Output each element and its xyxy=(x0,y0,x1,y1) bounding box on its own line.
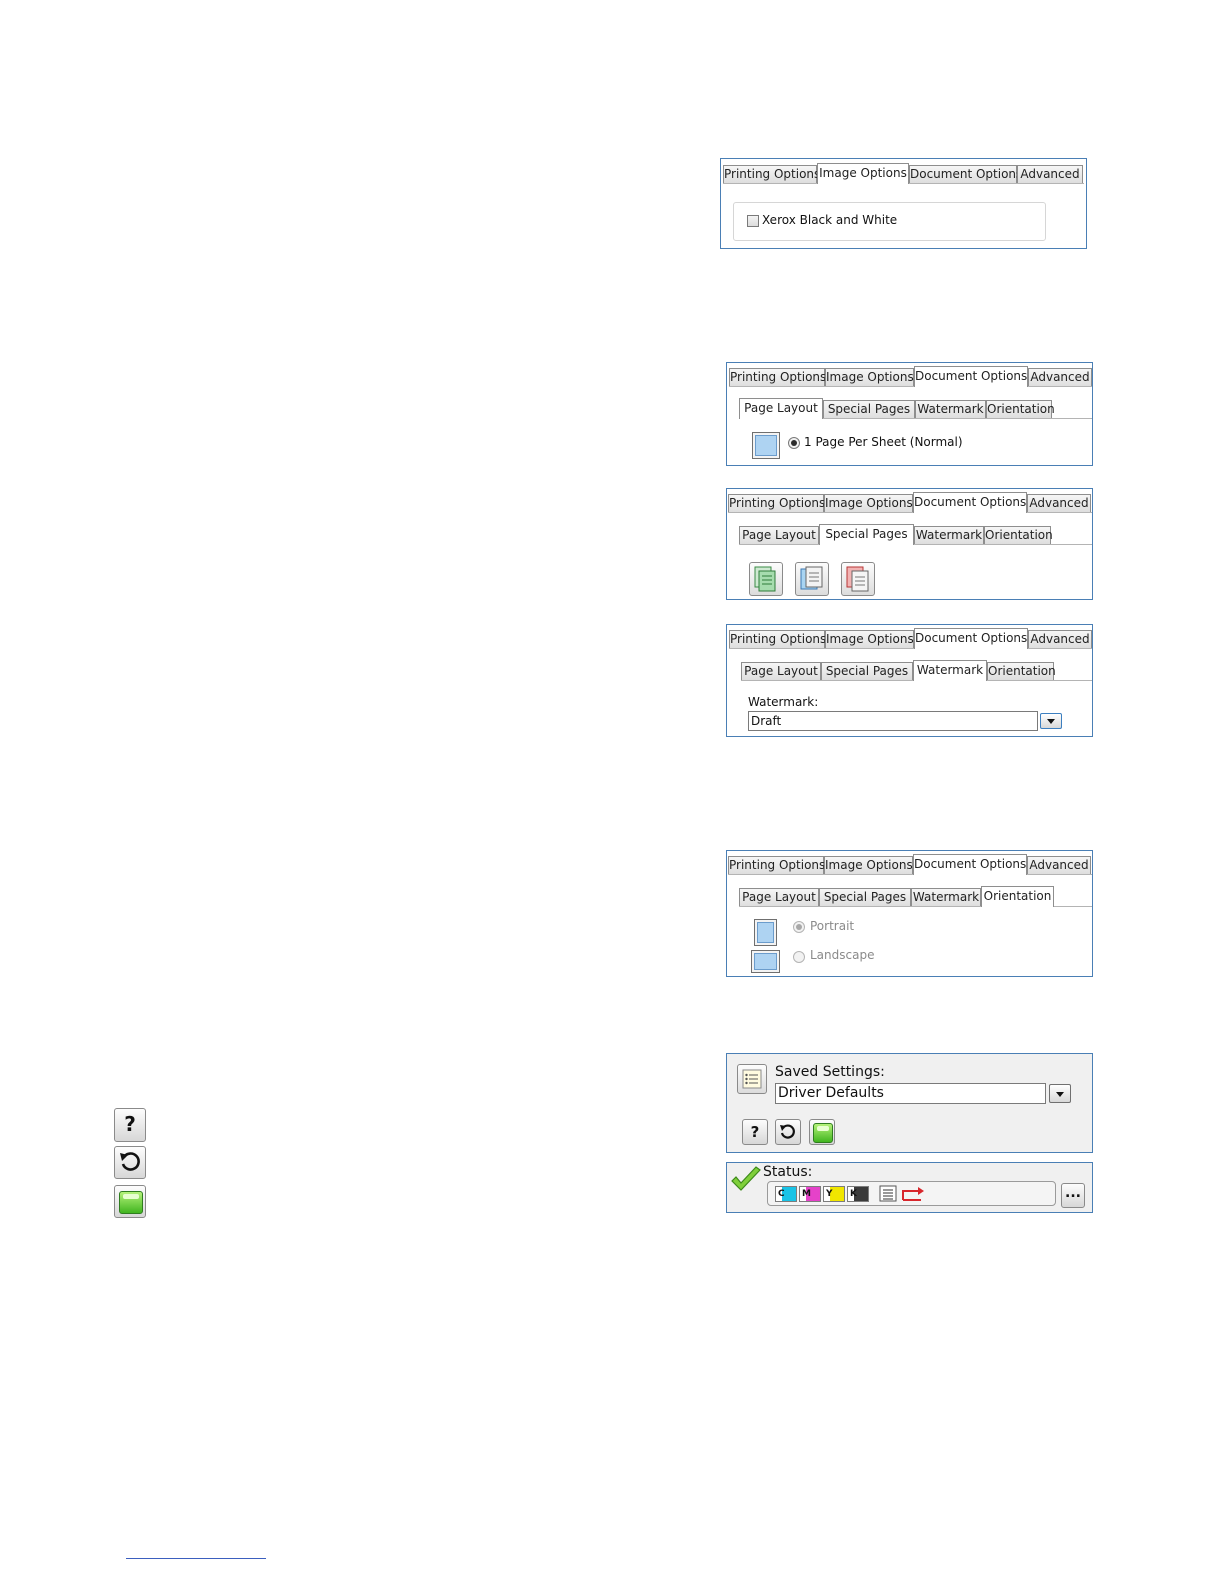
inserts-icon[interactable] xyxy=(795,562,829,596)
tab-printing-options[interactable]: Printing Options xyxy=(728,856,825,874)
eco-icon[interactable] xyxy=(809,1119,835,1145)
tab-advanced[interactable]: Advanced xyxy=(1028,368,1092,386)
covers-icon[interactable] xyxy=(749,562,783,596)
main-tab-row: Printing Options Image Options Document … xyxy=(729,628,1092,649)
tab-image-options[interactable]: Image Options xyxy=(824,494,913,512)
page-layout-panel: Printing Options Image Options Document … xyxy=(726,362,1093,466)
tab-document-options[interactable]: Document Options xyxy=(913,854,1027,875)
xerox-black-and-white-checkbox[interactable] xyxy=(747,215,759,227)
black-ink-icon: K xyxy=(847,1186,869,1202)
tab-orientation[interactable]: Orientation xyxy=(987,662,1056,680)
tab-printing-options[interactable]: Printing Options xyxy=(728,494,825,512)
landscape-radio[interactable] xyxy=(793,951,805,963)
tab-special-pages[interactable]: Special Pages xyxy=(819,524,914,545)
tab-advanced[interactable]: Advanced xyxy=(1028,630,1092,648)
output-arrow-icon xyxy=(902,1187,924,1201)
tab-printing-options[interactable]: Printing Options xyxy=(723,165,820,183)
main-tab-row: Printing Options Image Options Document … xyxy=(729,366,1092,387)
saved-settings-combo-field[interactable]: Driver Defaults xyxy=(775,1083,1046,1104)
tab-page-layout[interactable]: Page Layout xyxy=(739,398,823,419)
tab-image-options[interactable]: Image Options xyxy=(825,368,914,386)
tab-orientation[interactable]: Orientation xyxy=(981,886,1054,907)
status-panel: Status: C M Y K ... xyxy=(726,1162,1093,1213)
status-bar: C M Y K xyxy=(767,1181,1056,1206)
main-tab-row: Printing Options Image Options Document … xyxy=(728,854,1092,875)
tab-page-layout[interactable]: Page Layout xyxy=(739,526,819,544)
pages-per-sheet-radio[interactable] xyxy=(788,437,800,449)
tab-document-options[interactable]: Document Options xyxy=(909,165,1022,183)
sub-tab-row: Page Layout Special Pages Watermark Orie… xyxy=(741,660,1092,681)
portrait-icon xyxy=(754,919,777,946)
watermark-combo-field[interactable]: Draft xyxy=(748,711,1038,731)
restore-defaults-icon xyxy=(114,1146,146,1179)
magenta-ink-icon: M xyxy=(799,1186,821,1202)
cyan-ink-icon: C xyxy=(775,1186,797,1202)
footnote-rule xyxy=(126,1558,266,1559)
tab-watermark[interactable]: Watermark xyxy=(914,526,984,544)
xerox-black-and-white-label: Xerox Black and White xyxy=(762,213,898,227)
exceptions-icon[interactable] xyxy=(841,562,875,596)
yellow-ink-icon: Y xyxy=(823,1186,845,1202)
eco-icon-fill xyxy=(119,1191,143,1214)
tab-image-options[interactable]: Image Options xyxy=(824,856,913,874)
saved-settings-dropdown-button[interactable] xyxy=(1049,1084,1071,1103)
eco-icon xyxy=(114,1185,146,1218)
help-icon: ? xyxy=(114,1108,146,1142)
main-tab-row: Printing Options Image Options Document … xyxy=(723,163,1084,184)
tab-page-layout[interactable]: Page Layout xyxy=(739,888,819,906)
watermark-panel: Printing Options Image Options Document … xyxy=(726,624,1093,737)
tab-advanced[interactable]: Advanced xyxy=(1027,856,1091,874)
image-options-group: Xerox Black and White xyxy=(733,202,1046,241)
tab-watermark[interactable]: Watermark xyxy=(915,400,986,418)
sub-tab-row: Page Layout Special Pages Watermark Orie… xyxy=(739,398,1092,419)
saved-settings-label: Saved Settings: xyxy=(775,1064,885,1080)
sub-tab-row: Page Layout Special Pages Watermark Orie… xyxy=(739,886,1092,907)
pages-per-sheet-label: 1 Page Per Sheet (Normal) xyxy=(804,435,963,449)
sub-tab-row: Page Layout Special Pages Watermark Orie… xyxy=(739,524,1092,545)
eco-icon-fill xyxy=(813,1123,833,1143)
tab-image-options[interactable]: Image Options xyxy=(817,163,909,184)
single-page-layout-icon xyxy=(752,432,780,459)
watermark-label: Watermark: xyxy=(748,695,819,709)
saved-settings-icon xyxy=(737,1064,767,1094)
tab-special-pages[interactable]: Special Pages xyxy=(819,888,911,906)
tab-printing-options[interactable]: Printing Options xyxy=(729,630,826,648)
tab-watermark[interactable]: Watermark xyxy=(913,660,987,681)
status-label: Status: xyxy=(763,1164,813,1180)
landscape-icon xyxy=(751,950,780,973)
orientation-panel: Printing Options Image Options Document … xyxy=(726,850,1093,977)
tab-printing-options[interactable]: Printing Options xyxy=(729,368,826,386)
tab-special-pages[interactable]: Special Pages xyxy=(821,662,913,680)
portrait-label: Portrait xyxy=(810,919,855,933)
tab-advanced[interactable]: Advanced xyxy=(1017,165,1083,183)
main-tab-row: Printing Options Image Options Document … xyxy=(728,492,1092,513)
check-icon xyxy=(731,1166,761,1191)
tab-special-pages[interactable]: Special Pages xyxy=(823,400,915,418)
tab-advanced[interactable]: Advanced xyxy=(1027,494,1091,512)
tab-document-options[interactable]: Document Options xyxy=(914,628,1028,649)
tab-page-layout[interactable]: Page Layout xyxy=(741,662,821,680)
saved-settings-panel: Saved Settings: Driver Defaults ? xyxy=(726,1053,1093,1153)
tab-watermark[interactable]: Watermark xyxy=(911,888,981,906)
tab-orientation[interactable]: Orientation xyxy=(984,526,1053,544)
tab-image-options[interactable]: Image Options xyxy=(825,630,914,648)
watermark-dropdown-button[interactable] xyxy=(1040,713,1062,729)
image-options-panel: Printing Options Image Options Document … xyxy=(720,158,1087,249)
portrait-radio[interactable] xyxy=(793,921,805,933)
tab-orientation[interactable]: Orientation xyxy=(986,400,1055,418)
paper-tray-icon xyxy=(879,1185,897,1202)
tab-document-options[interactable]: Document Options xyxy=(913,492,1027,513)
more-button[interactable]: ... xyxy=(1061,1183,1085,1208)
special-pages-panel: Printing Options Image Options Document … xyxy=(726,488,1093,600)
tab-document-options[interactable]: Document Options xyxy=(914,366,1028,387)
help-icon[interactable]: ? xyxy=(742,1119,768,1145)
landscape-label: Landscape xyxy=(810,948,875,962)
restore-defaults-icon[interactable] xyxy=(775,1119,801,1145)
